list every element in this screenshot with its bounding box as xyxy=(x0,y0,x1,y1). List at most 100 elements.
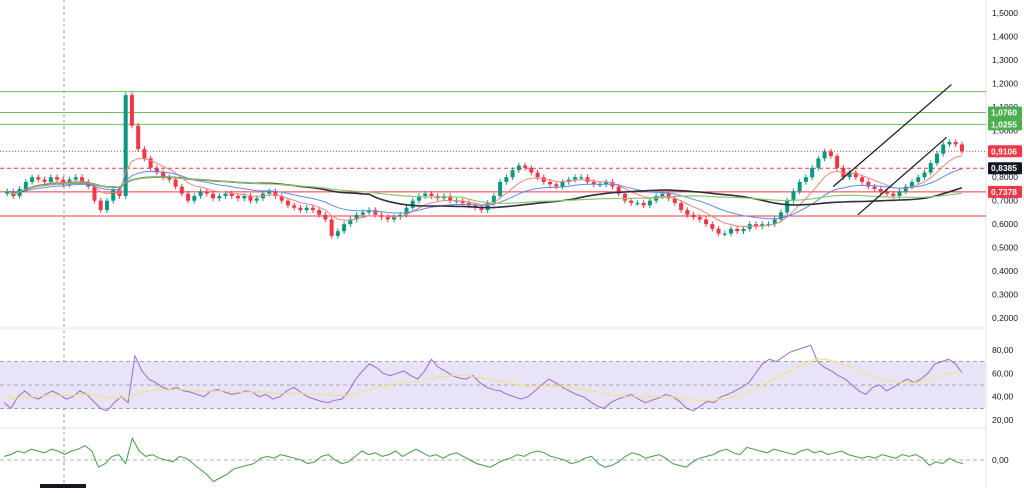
candle-body xyxy=(48,177,53,182)
price-tick-label: 1,2000 xyxy=(992,78,1018,88)
momentum-tick-label: 0,00 xyxy=(992,455,1009,465)
candle-body xyxy=(204,191,209,194)
candle-body xyxy=(835,156,840,168)
candle-body xyxy=(304,207,309,211)
candle-body xyxy=(317,210,322,215)
candle-body xyxy=(791,191,796,201)
candle-body xyxy=(622,193,627,201)
candle-body xyxy=(323,214,328,220)
candle-body xyxy=(953,142,958,145)
candle-body xyxy=(129,95,134,126)
candle-body xyxy=(891,193,896,196)
candle-body xyxy=(697,217,702,220)
candle-body xyxy=(735,228,740,232)
candle-body xyxy=(579,177,584,179)
trading-chart[interactable]: 1,50001,40001,30001,20001,10001,00000,90… xyxy=(0,0,1024,488)
price-badge-label: 1,0255 xyxy=(991,119,1017,129)
candle-body xyxy=(897,191,902,196)
price-tick-label: 0,3000 xyxy=(992,290,1018,300)
candle-body xyxy=(292,205,297,208)
price-badge-label: 0,8385 xyxy=(991,163,1017,173)
rsi-tick-label: 40,00 xyxy=(992,392,1014,402)
candle-body xyxy=(198,191,203,196)
candle-body xyxy=(685,210,690,215)
candle-body xyxy=(254,198,259,201)
candle-body xyxy=(36,177,41,180)
candle-body xyxy=(242,196,247,199)
candle-body xyxy=(710,224,715,229)
candle-body xyxy=(934,153,939,164)
candle-body xyxy=(498,181,503,196)
candle-body xyxy=(941,144,946,154)
candle-body xyxy=(179,186,184,194)
candle-body xyxy=(529,167,534,173)
candle-body xyxy=(423,193,428,196)
price-badge-label: 0,9106 xyxy=(991,146,1017,156)
candle-body xyxy=(878,188,883,192)
candle-body xyxy=(142,149,147,159)
candle-body xyxy=(211,193,216,199)
candle-body xyxy=(285,200,290,206)
rsi-tick-label: 60,00 xyxy=(992,368,1014,378)
candle-body xyxy=(647,200,652,206)
candle-body xyxy=(298,207,303,211)
candle-body xyxy=(922,172,927,178)
rsi-tick-label: 80,00 xyxy=(992,345,1014,355)
candle-body xyxy=(535,172,540,178)
candle-body xyxy=(267,191,272,194)
candle-body xyxy=(360,212,365,215)
candle-body xyxy=(560,181,565,187)
candle-body xyxy=(885,191,890,194)
candle-body xyxy=(136,125,141,150)
candle-body xyxy=(111,188,116,201)
candle-body xyxy=(629,200,634,204)
price-tick-label: 1,3000 xyxy=(992,55,1018,65)
price-tick-label: 0,5000 xyxy=(992,243,1018,253)
candle-body xyxy=(98,200,103,211)
candle-body xyxy=(679,203,684,211)
candle-body xyxy=(516,165,521,171)
candle-body xyxy=(223,193,228,196)
candle-body xyxy=(392,217,397,220)
chart-canvas[interactable]: 1,50001,40001,30001,20001,10001,00000,90… xyxy=(0,0,1024,488)
price-badge-label: 0,7378 xyxy=(991,187,1017,197)
candle-body xyxy=(229,193,234,196)
candle-body xyxy=(104,200,109,211)
candle-body xyxy=(573,177,578,180)
candle-body xyxy=(959,144,964,152)
candle-body xyxy=(797,181,802,192)
candle-body xyxy=(329,219,334,236)
candle-body xyxy=(73,177,78,180)
candle-body xyxy=(92,186,97,201)
candle-body xyxy=(342,224,347,232)
candle-body xyxy=(23,181,28,189)
candle-body xyxy=(704,219,709,225)
candle-body xyxy=(192,196,197,201)
candle-body xyxy=(803,177,808,182)
candle-body xyxy=(248,196,253,201)
candle-body xyxy=(554,184,559,187)
price-tick-label: 1,5000 xyxy=(992,8,1018,18)
price-tick-label: 0,6000 xyxy=(992,219,1018,229)
chart-background xyxy=(0,0,1024,488)
candle-body xyxy=(410,200,415,208)
price-tick-label: 1,4000 xyxy=(992,31,1018,41)
candle-body xyxy=(916,177,921,182)
candle-body xyxy=(860,177,865,182)
candle-body xyxy=(872,186,877,189)
candle-body xyxy=(186,193,191,201)
price-tick-label: 0,2000 xyxy=(992,313,1018,323)
candle-body xyxy=(385,217,390,220)
candle-body xyxy=(928,163,933,173)
candle-body xyxy=(236,196,241,199)
candle-body xyxy=(729,228,734,234)
candle-body xyxy=(217,196,222,199)
candle-body xyxy=(30,177,35,182)
candle-body xyxy=(722,233,727,235)
price-badge-label: 1,0760 xyxy=(991,107,1017,117)
candle-body xyxy=(828,151,833,157)
candle-body xyxy=(548,181,553,185)
candle-body xyxy=(523,165,528,168)
candle-body xyxy=(635,203,640,205)
candle-body xyxy=(822,151,827,159)
